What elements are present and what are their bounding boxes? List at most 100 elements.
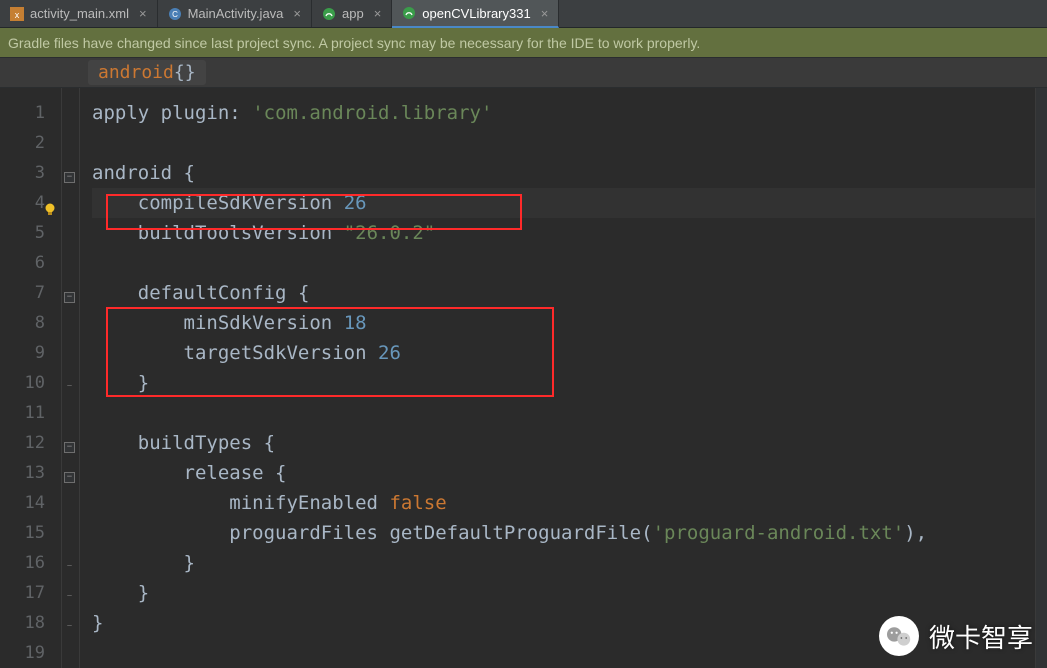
- close-icon[interactable]: ×: [139, 6, 147, 21]
- breadcrumb[interactable]: android{}: [0, 58, 1047, 88]
- token-ident: android: [92, 158, 172, 188]
- token-pad: [92, 458, 184, 488]
- token-ident: targetSdkVersion: [184, 338, 367, 368]
- close-icon[interactable]: ×: [374, 6, 382, 21]
- line-number: 13: [0, 458, 61, 488]
- fold-cell: ⎯: [62, 548, 79, 578]
- fold-cell: [62, 98, 79, 128]
- line-number: 16: [0, 548, 61, 578]
- token-pad: [92, 368, 138, 398]
- intention-bulb-icon[interactable]: [43, 195, 57, 209]
- code-line[interactable]: [92, 128, 1047, 158]
- code-line[interactable]: buildTypes {: [92, 428, 1047, 458]
- line-number: 18: [0, 608, 61, 638]
- code-line[interactable]: minifyEnabled false: [92, 488, 1047, 518]
- fold-toggle-icon[interactable]: −: [64, 292, 75, 303]
- token-ident: getDefaultProguardFile(: [389, 518, 652, 548]
- code-line[interactable]: apply plugin: 'com.android.library': [92, 98, 1047, 128]
- token-pad: [92, 338, 184, 368]
- fold-cell: [62, 398, 79, 428]
- close-icon[interactable]: ×: [293, 6, 301, 21]
- code-area[interactable]: apply plugin: 'com.android.library' andro…: [80, 88, 1047, 668]
- fold-toggle-icon[interactable]: −: [64, 172, 75, 183]
- token-pad: [92, 218, 138, 248]
- wechat-icon: [879, 616, 919, 656]
- java-icon: C: [168, 7, 182, 21]
- breadcrumb-crumb[interactable]: android{}: [88, 60, 206, 85]
- fold-gutter: −−⎯−−⎯⎯⎯: [62, 88, 80, 668]
- fold-toggle-icon[interactable]: −: [64, 442, 75, 453]
- token-ident: apply: [92, 98, 149, 128]
- token-ident: proguardFiles: [229, 518, 378, 548]
- code-line[interactable]: minSdkVersion 18: [92, 308, 1047, 338]
- fold-toggle-icon[interactable]: −: [64, 472, 75, 483]
- tab-label: MainActivity.java: [188, 6, 284, 21]
- fold-end-icon: ⎯: [64, 622, 75, 633]
- code-line[interactable]: }: [92, 368, 1047, 398]
- fold-cell: [62, 488, 79, 518]
- token-kw: false: [389, 488, 446, 518]
- token-ident: {: [298, 278, 309, 308]
- tab-label: activity_main.xml: [30, 6, 129, 21]
- token-sp: [149, 98, 160, 128]
- token-ident: buildTypes: [138, 428, 252, 458]
- token-sp: [378, 518, 389, 548]
- token-sp: [264, 458, 275, 488]
- token-ident: compileSdkVersion: [138, 188, 332, 218]
- line-number: 1: [0, 98, 61, 128]
- line-number: 6: [0, 248, 61, 278]
- gradle-sync-banner[interactable]: Gradle files have changed since last pro…: [0, 28, 1047, 58]
- code-line[interactable]: }: [92, 578, 1047, 608]
- line-number: 8: [0, 308, 61, 338]
- line-number: 19: [0, 638, 61, 668]
- token-pad: [92, 488, 229, 518]
- line-number: 12: [0, 428, 61, 458]
- tab-opencvlibrary[interactable]: openCVLibrary331 ×: [392, 0, 559, 28]
- token-pad: [92, 308, 184, 338]
- token-pad: [92, 188, 138, 218]
- token-ident: }: [138, 368, 149, 398]
- token-ident: plugin: [161, 98, 230, 128]
- code-line[interactable]: compileSdkVersion 26: [92, 188, 1047, 218]
- code-line[interactable]: [92, 248, 1047, 278]
- tab-app[interactable]: app ×: [312, 0, 392, 27]
- breadcrumb-keyword: android: [98, 62, 174, 83]
- line-number: 10: [0, 368, 61, 398]
- token-num: 26: [344, 188, 367, 218]
- code-line[interactable]: }: [92, 548, 1047, 578]
- token-sp: [367, 338, 378, 368]
- code-line[interactable]: buildToolsVersion "26.0.2": [92, 218, 1047, 248]
- token-num: 18: [344, 308, 367, 338]
- line-number: 11: [0, 398, 61, 428]
- token-ident: {: [275, 458, 286, 488]
- code-editor[interactable]: 12345678910111213141516171819 −−⎯−−⎯⎯⎯ a…: [0, 88, 1047, 668]
- code-line[interactable]: android {: [92, 158, 1047, 188]
- line-number: 2: [0, 128, 61, 158]
- close-icon[interactable]: ×: [541, 6, 549, 21]
- code-line[interactable]: release {: [92, 458, 1047, 488]
- gradle-icon: [322, 7, 336, 21]
- token-pad: [92, 518, 229, 548]
- fold-cell: [62, 308, 79, 338]
- token-pad: [92, 278, 138, 308]
- code-line[interactable]: proguardFiles getDefaultProguardFile('pr…: [92, 518, 1047, 548]
- code-line[interactable]: targetSdkVersion 26: [92, 338, 1047, 368]
- fold-cell: −: [62, 428, 79, 458]
- code-line[interactable]: defaultConfig {: [92, 278, 1047, 308]
- token-ident: }: [92, 608, 103, 638]
- tab-label: app: [342, 6, 364, 21]
- editor-tabs: x activity_main.xml × C MainActivity.jav…: [0, 0, 1047, 28]
- code-line[interactable]: [92, 398, 1047, 428]
- svg-text:x: x: [15, 10, 20, 20]
- token-ident: buildToolsVersion: [138, 218, 332, 248]
- tab-activity-main[interactable]: x activity_main.xml ×: [0, 0, 158, 27]
- token-num: 26: [378, 338, 401, 368]
- tab-main-activity[interactable]: C MainActivity.java ×: [158, 0, 312, 27]
- token-sp: [252, 428, 263, 458]
- fold-cell: [62, 248, 79, 278]
- token-ident: ),: [904, 518, 927, 548]
- analysis-gutter: [1035, 88, 1047, 668]
- token-ident: }: [138, 578, 149, 608]
- breadcrumb-braces: {}: [174, 62, 196, 83]
- fold-cell: [62, 218, 79, 248]
